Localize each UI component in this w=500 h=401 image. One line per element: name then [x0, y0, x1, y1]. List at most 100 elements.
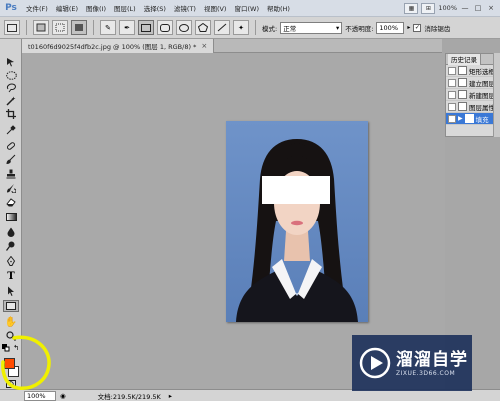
- restore-button[interactable]: □: [473, 4, 483, 13]
- chevron-down-icon: ▾: [335, 23, 340, 32]
- mode-select[interactable]: 正常 ▾: [280, 21, 343, 34]
- elliptical-marquee-tool[interactable]: [3, 69, 19, 81]
- shape-layers-button[interactable]: [33, 20, 49, 35]
- history-brush-tool[interactable]: [3, 182, 19, 194]
- history-checkbox[interactable]: [448, 66, 456, 75]
- spot-healing-tool[interactable]: [3, 140, 19, 152]
- history-state-icon: [464, 114, 474, 123]
- history-checkbox[interactable]: [448, 90, 456, 99]
- history-checkbox[interactable]: [448, 78, 456, 87]
- magic-wand-tool[interactable]: [3, 95, 19, 107]
- ellipse-button[interactable]: [176, 20, 192, 35]
- bridge-icon: ▦: [408, 4, 415, 12]
- menu-layer[interactable]: 图层(L): [110, 3, 140, 13]
- paths-button[interactable]: [52, 20, 68, 35]
- brush-tool[interactable]: [3, 153, 19, 165]
- history-item[interactable]: 矩形选框: [446, 65, 499, 77]
- document-size-info: 文档:219.5K/219.5K: [97, 392, 161, 401]
- path-selection-tool[interactable]: [3, 285, 19, 297]
- healing-brush-icon: [6, 142, 16, 150]
- dodge-tool[interactable]: [3, 240, 19, 252]
- dodge-icon: [6, 241, 15, 251]
- watermark-url: ZIXUE.3D66.COM: [396, 369, 456, 377]
- pen-button[interactable]: ✎: [100, 20, 116, 35]
- history-item-label: 矩形选框: [469, 67, 495, 76]
- menu-view[interactable]: 视图(V): [200, 3, 231, 13]
- bridge-button[interactable]: ▦: [404, 2, 419, 14]
- stamp-icon: [6, 169, 16, 179]
- history-tab[interactable]: 历史记录: [448, 53, 481, 65]
- menu-help[interactable]: 帮助(H): [263, 3, 294, 13]
- play-logo-icon: [359, 347, 391, 379]
- ellipse-icon: [179, 23, 189, 32]
- opacity-value: 100%: [379, 23, 398, 32]
- status-menu-arrow-icon[interactable]: ▸: [169, 392, 172, 400]
- options-separator: [93, 20, 94, 35]
- menu-edit[interactable]: 编辑(E): [52, 3, 82, 13]
- history-item[interactable]: 建立图层: [446, 77, 499, 89]
- shape-layers-icon: [36, 23, 46, 32]
- polygon-icon: [198, 23, 208, 32]
- polygon-button[interactable]: [195, 20, 211, 35]
- status-info-icon[interactable]: ◉: [60, 392, 66, 400]
- rounded-rectangle-button[interactable]: [157, 20, 173, 35]
- minimize-button[interactable]: —: [460, 4, 470, 13]
- menu-filter[interactable]: 滤镜(T): [170, 3, 200, 13]
- lasso-tool[interactable]: [3, 82, 19, 94]
- close-tab-icon[interactable]: ×: [201, 42, 207, 50]
- magic-wand-icon: [6, 96, 16, 106]
- rectangle-shape-button[interactable]: [138, 20, 154, 35]
- eyedropper-tool[interactable]: [3, 124, 19, 136]
- antialias-checkbox[interactable]: ✓: [413, 23, 422, 32]
- history-checkbox[interactable]: [448, 102, 456, 111]
- zoom-level-menu[interactable]: 100%: [438, 4, 457, 12]
- gradient-tool[interactable]: [3, 211, 19, 223]
- menu-select[interactable]: 选择(S): [140, 3, 170, 13]
- custom-shape-button[interactable]: ✦: [233, 20, 249, 35]
- pen-icon: ✎: [105, 23, 111, 32]
- mode-value: 正常: [283, 24, 297, 33]
- collapsed-panel-dock[interactable]: [493, 53, 500, 137]
- line-button[interactable]: [214, 20, 230, 35]
- eyedropper-icon: [6, 125, 16, 135]
- history-item-label: 新建图层: [469, 91, 495, 100]
- opacity-label: 不透明度:: [345, 24, 374, 33]
- history-checkbox[interactable]: [448, 114, 456, 123]
- freeform-pen-button[interactable]: ✒: [119, 20, 135, 35]
- move-arrow-icon: [7, 58, 14, 67]
- move-tool[interactable]: [3, 56, 19, 68]
- close-button[interactable]: ×: [486, 4, 496, 13]
- rectangle-tool[interactable]: [3, 300, 19, 312]
- watermark-logo: 溜溜自学 ZIXUE.3D66.COM: [352, 335, 472, 391]
- water-drop-icon: [7, 227, 15, 237]
- clone-stamp-tool[interactable]: [3, 168, 19, 180]
- menu-window[interactable]: 窗口(W): [230, 3, 263, 13]
- fill-pixels-button[interactable]: [71, 20, 87, 35]
- opacity-input[interactable]: 100%: [376, 21, 405, 34]
- eraser-icon: [6, 198, 16, 207]
- document-tab[interactable]: t0160f6d9025f4dfb2c.jpg @ 100% (图层 1, RG…: [22, 39, 215, 53]
- path-selection-icon: [8, 286, 14, 296]
- history-item[interactable]: 新建图层: [446, 89, 499, 101]
- history-item-selected[interactable]: ▶ 填充: [446, 113, 499, 125]
- pen-tool[interactable]: [3, 255, 19, 267]
- blur-tool[interactable]: [3, 226, 19, 238]
- lasso-icon: [6, 83, 16, 93]
- crop-tool[interactable]: [3, 108, 19, 120]
- menu-image[interactable]: 图像(I): [82, 3, 110, 13]
- type-tool[interactable]: T: [3, 270, 19, 282]
- menu-right-controls: ▦ ⊞ 100% — □ ×: [404, 2, 500, 14]
- eraser-tool[interactable]: [3, 196, 19, 208]
- zoom-field[interactable]: 100%: [24, 390, 56, 401]
- fill-pixels-icon: [75, 24, 83, 31]
- tool-preset-picker[interactable]: [4, 20, 20, 35]
- hand-tool[interactable]: ✋: [3, 316, 19, 328]
- view-extras-button[interactable]: ⊞: [421, 2, 436, 14]
- history-state-icon: [458, 78, 467, 87]
- menu-file[interactable]: 文件(F): [22, 3, 52, 13]
- crop-icon: [6, 109, 16, 119]
- white-fill-rectangle[interactable]: [262, 176, 330, 204]
- opacity-arrow-icon[interactable]: ▸: [407, 24, 410, 31]
- history-item[interactable]: 图层属性: [446, 101, 499, 113]
- document-photo[interactable]: [226, 121, 368, 322]
